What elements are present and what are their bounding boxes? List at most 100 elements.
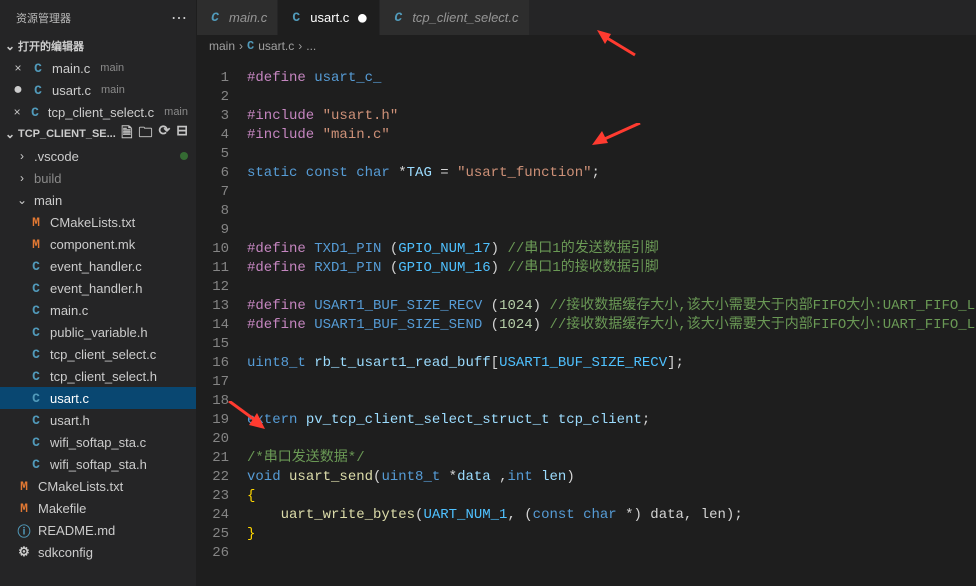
refresh-icon[interactable]: ⟳ bbox=[159, 122, 171, 146]
code-line[interactable]: /*串口发送数据*/ bbox=[247, 449, 976, 468]
c-file-icon: C bbox=[288, 10, 304, 25]
tree-file[interactable]: ⓘREADME.md bbox=[0, 519, 196, 541]
tree-file[interactable]: Cwifi_softap_sta.h bbox=[0, 453, 196, 475]
close-icon[interactable]: × bbox=[12, 61, 24, 75]
code-line[interactable] bbox=[247, 145, 976, 164]
code-line[interactable]: static const char *TAG = "usart_function… bbox=[247, 164, 976, 183]
tree-file[interactable]: Cusart.c bbox=[0, 387, 196, 409]
code-line[interactable] bbox=[247, 544, 976, 563]
folder-name: .vscode bbox=[34, 149, 79, 164]
line-number: 10 bbox=[197, 240, 229, 259]
line-number: 11 bbox=[197, 259, 229, 278]
code-line[interactable]: #define USART1_BUF_SIZE_RECV (1024) //接收… bbox=[247, 297, 976, 316]
file-icon: M bbox=[28, 237, 44, 252]
tree-file[interactable]: Cmain.c bbox=[0, 299, 196, 321]
breadcrumb-part[interactable]: ... bbox=[306, 39, 316, 53]
code-line[interactable] bbox=[247, 221, 976, 240]
tree-folder[interactable]: ⌄main bbox=[0, 189, 196, 211]
file-name: event_handler.c bbox=[50, 259, 142, 274]
editor-tab[interactable]: C main.c bbox=[197, 0, 278, 35]
chevron-right-icon: › bbox=[16, 149, 28, 163]
project-name: TCP_CLIENT_SE... bbox=[18, 128, 121, 140]
line-number: 2 bbox=[197, 88, 229, 107]
explorer-header: 资源管理器 ⋯ bbox=[0, 0, 196, 35]
code-line[interactable]: #define RXD1_PIN (GPIO_NUM_16) //串口1的接收数… bbox=[247, 259, 976, 278]
file-icon: ⚙ bbox=[16, 545, 32, 560]
code-line[interactable]: #include "main.c" bbox=[247, 126, 976, 145]
file-dir: main bbox=[101, 84, 125, 96]
line-number: 22 bbox=[197, 468, 229, 487]
tree-file[interactable]: Mcomponent.mk bbox=[0, 233, 196, 255]
tab-bar: C main.cC usart.c●C tcp_client_select.c bbox=[197, 0, 976, 35]
line-number: 8 bbox=[197, 202, 229, 221]
tree-file[interactable]: Cevent_handler.c bbox=[0, 255, 196, 277]
breadcrumb-part[interactable]: usart.c bbox=[258, 39, 294, 53]
more-actions-icon[interactable]: ⋯ bbox=[171, 8, 188, 28]
line-number: 16 bbox=[197, 354, 229, 373]
line-number: 17 bbox=[197, 373, 229, 392]
chevron-right-icon: › bbox=[16, 171, 28, 185]
code-line[interactable] bbox=[247, 430, 976, 449]
tree-file[interactable]: Ctcp_client_select.h bbox=[0, 365, 196, 387]
code-line[interactable]: #define usart_c_ bbox=[247, 69, 976, 88]
tree-folder[interactable]: › .vscode bbox=[0, 145, 196, 167]
file-dir: main bbox=[100, 62, 124, 74]
code-line[interactable] bbox=[247, 183, 976, 202]
explorer-sidebar: 资源管理器 ⋯ ⌄ 打开的编辑器 ×C main.c main●C usart.… bbox=[0, 0, 197, 586]
file-name: main.c bbox=[52, 61, 90, 76]
open-editors-label: 打开的编辑器 bbox=[18, 38, 192, 54]
project-header[interactable]: ⌄ TCP_CLIENT_SE... 🗎 🗀 ⟳ ⊟ bbox=[0, 123, 196, 145]
tree-file[interactable]: M CMakeLists.txt bbox=[0, 475, 196, 497]
file-icon: C bbox=[28, 369, 44, 384]
open-editors-header[interactable]: ⌄ 打开的编辑器 bbox=[0, 35, 196, 57]
code-line[interactable] bbox=[247, 278, 976, 297]
line-number: 6 bbox=[197, 164, 229, 183]
code-line[interactable]: } bbox=[247, 525, 976, 544]
tree-file[interactable]: ⚙sdkconfig bbox=[0, 541, 196, 563]
editor-tab[interactable]: C tcp_client_select.c bbox=[380, 0, 529, 35]
code-line[interactable]: #define TXD1_PIN (GPIO_NUM_17) //串口1的发送数… bbox=[247, 240, 976, 259]
code-line[interactable] bbox=[247, 335, 976, 354]
tree-file[interactable]: MMakefile bbox=[0, 497, 196, 519]
file-name: tcp_client_select.c bbox=[50, 347, 156, 362]
tree-file[interactable]: Cevent_handler.h bbox=[0, 277, 196, 299]
file-icon: M bbox=[16, 479, 32, 494]
tree-folder[interactable]: ›build bbox=[0, 167, 196, 189]
code-line[interactable] bbox=[247, 392, 976, 411]
open-editor-item[interactable]: ×C main.c main bbox=[0, 57, 196, 79]
chevron-down-icon: ⌄ bbox=[2, 127, 18, 141]
new-folder-icon[interactable]: 🗀 bbox=[139, 122, 153, 146]
code-line[interactable]: { bbox=[247, 487, 976, 506]
code-line[interactable]: extern pv_tcp_client_select_struct_t tcp… bbox=[247, 411, 976, 430]
editor-tab[interactable]: C usart.c● bbox=[278, 0, 380, 35]
line-number: 5 bbox=[197, 145, 229, 164]
code-line[interactable] bbox=[247, 373, 976, 392]
code-line[interactable]: #define USART1_BUF_SIZE_SEND (1024) //接收… bbox=[247, 316, 976, 335]
file-name: CMakeLists.txt bbox=[38, 479, 123, 494]
breadcrumb[interactable]: main › C usart.c › ... bbox=[197, 35, 976, 57]
breadcrumb-part[interactable]: main bbox=[209, 39, 235, 53]
code-lines[interactable]: #define usart_c_ #include "usart.h"#incl… bbox=[247, 69, 976, 586]
collapse-all-icon[interactable]: ⊟ bbox=[176, 122, 188, 146]
new-file-icon[interactable]: 🗎 bbox=[121, 122, 132, 146]
code-line[interactable]: void usart_send(uint8_t *data ,int len) bbox=[247, 468, 976, 487]
code-editor[interactable]: 1234567891011121314151617181920212223242… bbox=[197, 57, 976, 586]
tree-file[interactable]: MCMakeLists.txt bbox=[0, 211, 196, 233]
breadcrumb-separator-icon: › bbox=[298, 39, 302, 53]
code-line[interactable]: uart_write_bytes(UART_NUM_1, (const char… bbox=[247, 506, 976, 525]
folder-name: main bbox=[34, 193, 62, 208]
tree-file[interactable]: Ctcp_client_select.c bbox=[0, 343, 196, 365]
close-icon[interactable]: × bbox=[12, 105, 22, 119]
tree-file[interactable]: Cpublic_variable.h bbox=[0, 321, 196, 343]
code-line[interactable] bbox=[247, 88, 976, 107]
tree-file[interactable]: Cwifi_softap_sta.c bbox=[0, 431, 196, 453]
tree-file[interactable]: Cusart.h bbox=[0, 409, 196, 431]
line-number: 14 bbox=[197, 316, 229, 335]
open-editor-item[interactable]: ●C usart.c main bbox=[0, 79, 196, 101]
file-icon: C bbox=[28, 457, 44, 472]
code-line[interactable]: uint8_t rb_t_usart1_read_buff[USART1_BUF… bbox=[247, 354, 976, 373]
code-line[interactable] bbox=[247, 202, 976, 221]
code-line[interactable]: #include "usart.h" bbox=[247, 107, 976, 126]
open-editor-item[interactable]: ×C tcp_client_select.c main bbox=[0, 101, 196, 123]
line-number: 24 bbox=[197, 506, 229, 525]
